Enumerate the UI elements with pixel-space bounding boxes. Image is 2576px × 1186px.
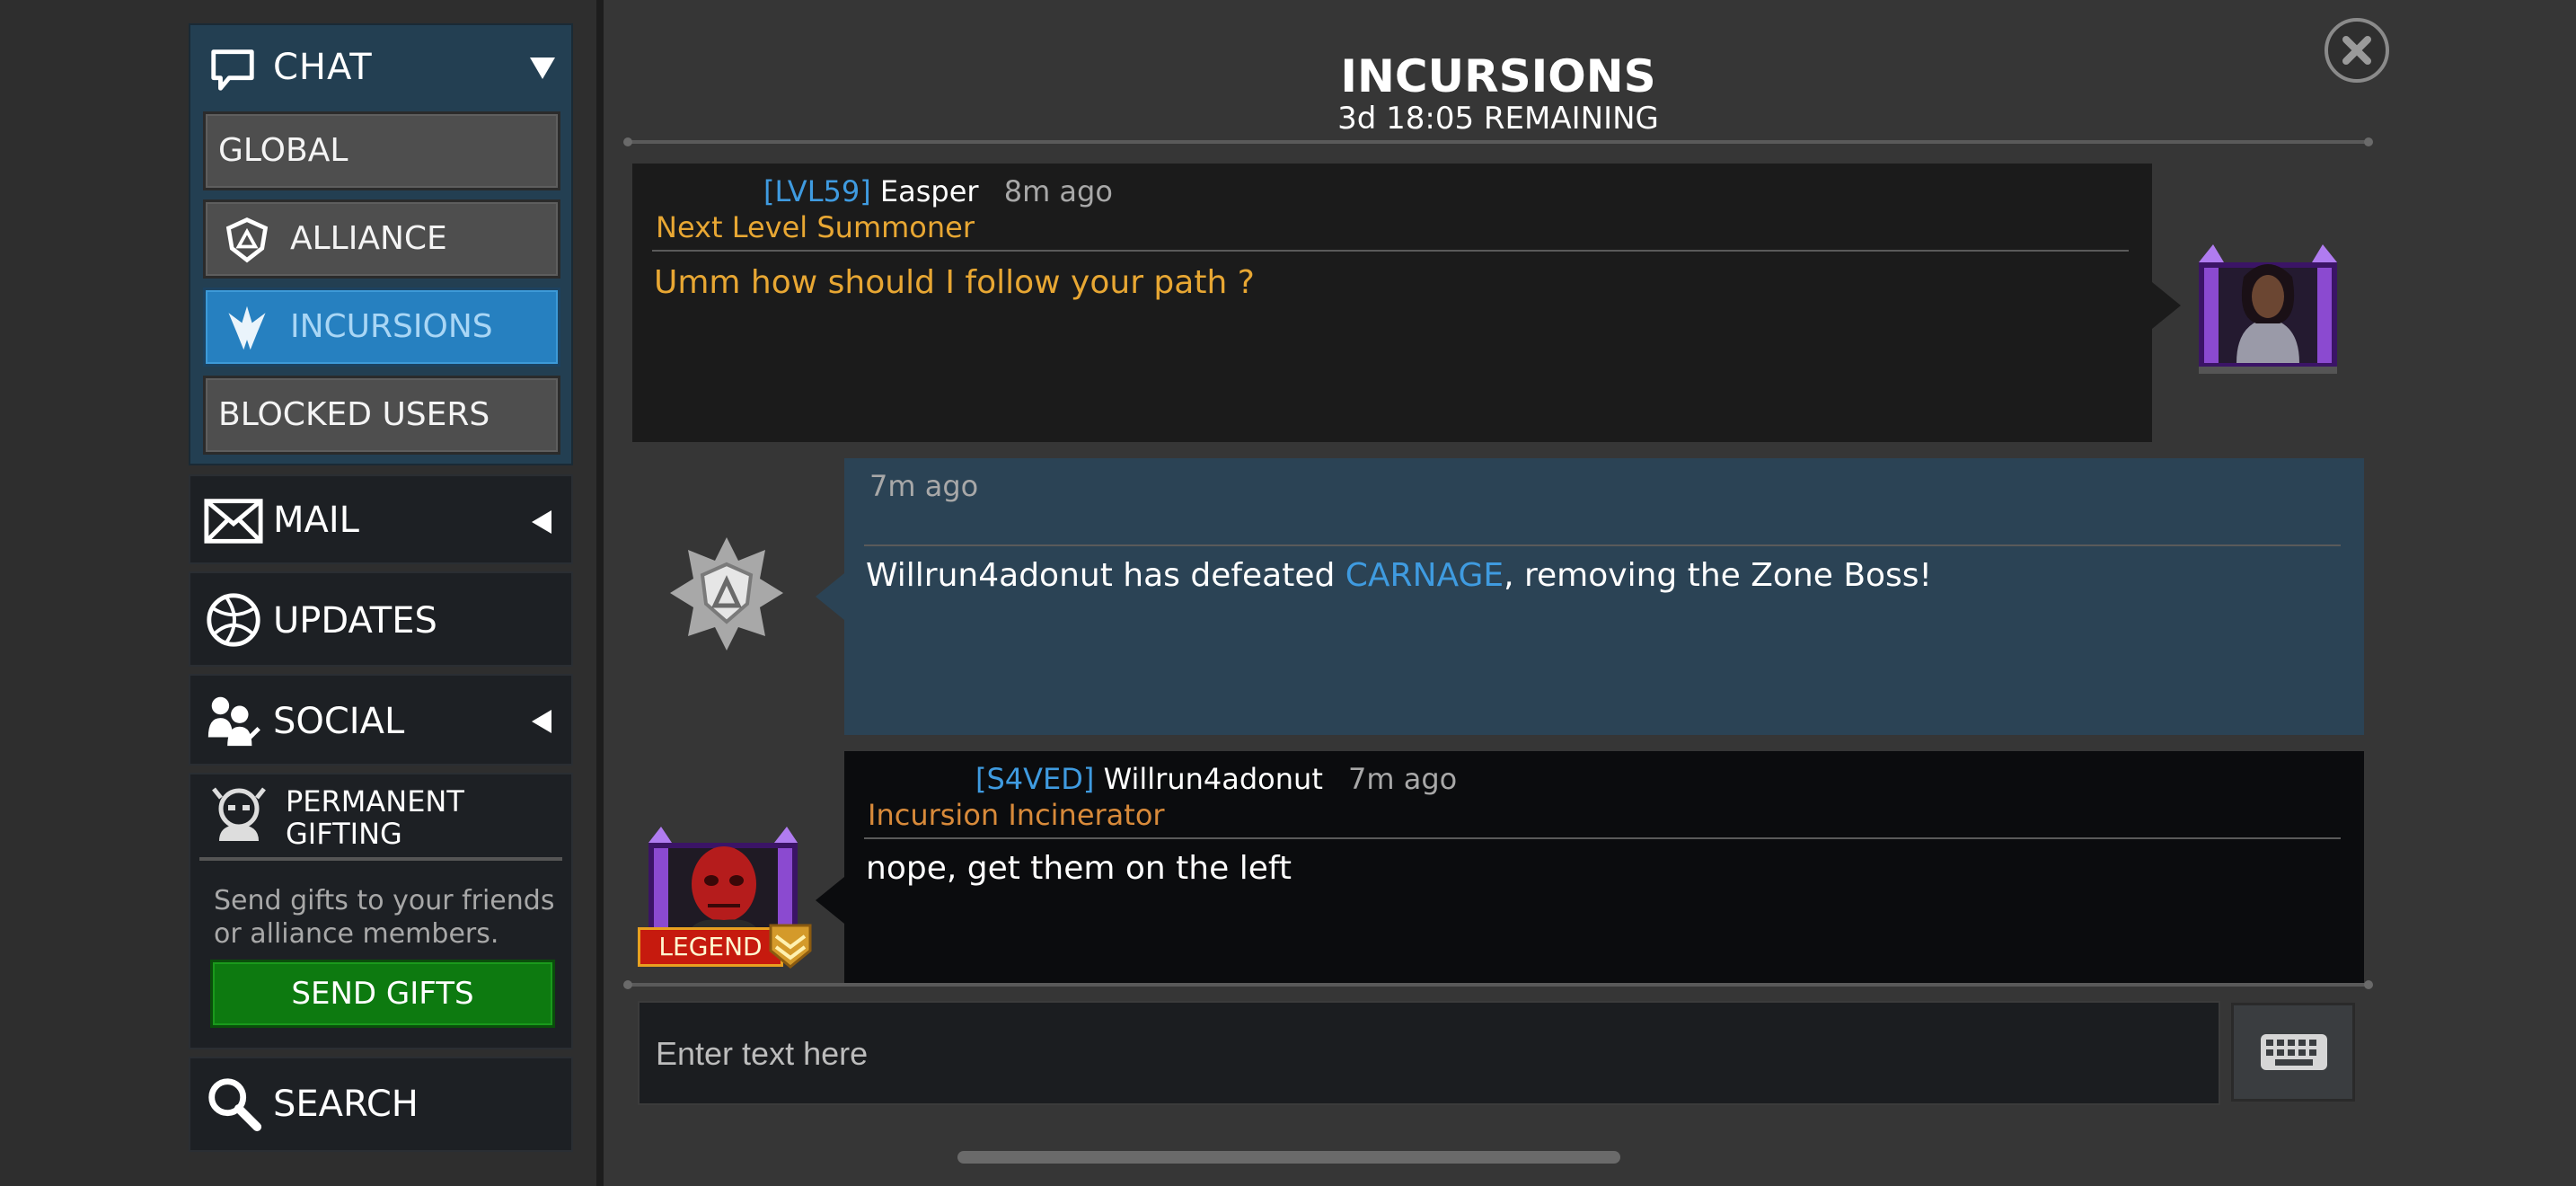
keyboard-button[interactable] [2231, 1003, 2355, 1102]
chevron-down-icon[interactable] [530, 58, 555, 79]
timestamp: 8m ago [1003, 174, 1113, 208]
tab-blocked-users-label: BLOCKED USERS [218, 396, 490, 433]
chat-section-title: CHAT [273, 47, 373, 88]
tab-alliance-label: ALLIANCE [290, 220, 447, 257]
user-title: Next Level Summoner [656, 210, 975, 244]
gifting-title: PERMANENT GIFTING [286, 785, 464, 850]
tab-blocked-users[interactable]: BLOCKED USERS [203, 376, 560, 455]
chat-input[interactable] [654, 1026, 2184, 1082]
message-text-suffix: , removing the Zone Boss! [1504, 557, 1932, 594]
tab-incursions-label: INCURSIONS [290, 308, 493, 345]
chat-section: CHAT GLOBAL ALLIANCE INCURSIONS BLOCKED … [189, 23, 573, 465]
bottom-divider [623, 980, 2373, 989]
tab-incursions[interactable]: INCURSIONS [203, 288, 560, 367]
chat-input-container[interactable] [638, 1001, 2220, 1105]
search-icon [208, 1078, 262, 1132]
chat-bubble-icon [211, 49, 254, 91]
system-message: 7m ago Willrun4adonut has defeated CARNA… [816, 458, 2364, 735]
sidebar-item-social[interactable]: SOCIAL [189, 674, 573, 766]
close-button[interactable] [2325, 18, 2389, 83]
user-tag: [S4VED] [975, 762, 1095, 796]
user-title: Incursion Incinerator [868, 798, 1165, 832]
username[interactable]: Easper [880, 174, 979, 208]
gift-character-icon [212, 787, 266, 841]
gifting-title-line1: PERMANENT [286, 784, 464, 819]
message-text: nope, get them on the left [866, 850, 1292, 887]
globe-icon [207, 593, 260, 647]
user-tag: [LVL59] [763, 174, 871, 208]
top-divider [623, 137, 2373, 146]
envelope-icon [204, 499, 263, 544]
message-divider [864, 837, 2341, 839]
people-icon [207, 696, 260, 747]
time-remaining: 3d 18:05 REMAINING [1337, 101, 1659, 137]
gifting-title-line2: GIFTING [286, 817, 402, 851]
alliance-badge-icon [670, 537, 783, 651]
sidebar-item-social-label: SOCIAL [273, 701, 405, 742]
close-icon [2342, 36, 2371, 65]
legend-badge: LEGEND [638, 927, 783, 967]
chat-message[interactable]: [S4VED] Willrun4adonut 7m ago Incursion … [816, 751, 2364, 985]
gifting-divider [199, 857, 562, 861]
chat-message[interactable]: [LVL59] Easper 8m ago Next Level Summone… [632, 164, 2181, 442]
message-divider [864, 544, 2341, 546]
chevron-left-icon[interactable] [532, 510, 551, 534]
shield-icon [225, 217, 269, 263]
timestamp: 7m ago [1348, 762, 1458, 796]
tab-alliance[interactable]: ALLIANCE [203, 199, 560, 279]
sidebar-item-updates-label: UPDATES [273, 600, 437, 642]
timestamp: 7m ago [869, 469, 979, 503]
gifting-description-line2: or alliance members. [214, 918, 499, 950]
keyboard-icon [2261, 1034, 2327, 1070]
gifting-description: Send gifts to your friends or alliance m… [214, 884, 564, 951]
message-header: [LVL59] Easper 8m ago [763, 174, 1113, 208]
sidebar-divider [596, 0, 604, 1186]
incursion-icon [228, 305, 266, 350]
sidebar-item-mail[interactable]: MAIL [189, 474, 573, 564]
send-gifts-button[interactable]: SEND GIFTS [210, 960, 555, 1028]
message-header: 7m ago [869, 469, 978, 503]
message-text: Willrun4adonut has defeated CARNAGE, rem… [866, 557, 1932, 594]
sidebar-item-search[interactable]: SEARCH [189, 1057, 573, 1152]
tab-global[interactable]: GLOBAL [203, 111, 560, 190]
chevron-left-icon[interactable] [532, 710, 551, 733]
gifting-description-line1: Send gifts to your friends [214, 885, 555, 916]
sidebar-item-updates[interactable]: UPDATES [189, 571, 573, 667]
sidebar-item-mail-label: MAIL [273, 500, 359, 541]
boss-name-link[interactable]: CARNAGE [1345, 557, 1504, 594]
rank-chevron-icon [769, 924, 812, 969]
home-indicator-bar[interactable] [957, 1151, 1620, 1164]
message-text: Umm how should I follow your path ? [654, 264, 1255, 301]
sidebar-item-search-label: SEARCH [273, 1084, 419, 1125]
gifting-card: PERMANENT GIFTING Send gifts to your fri… [189, 773, 573, 1049]
tab-global-label: GLOBAL [218, 132, 348, 169]
message-divider [652, 250, 2129, 252]
message-text-prefix: Willrun4adonut has defeated [866, 557, 1345, 594]
user-avatar[interactable] [2192, 241, 2344, 374]
user-avatar[interactable]: LEGEND [638, 827, 817, 970]
username[interactable]: Willrun4adonut [1104, 762, 1323, 796]
message-header: [S4VED] Willrun4adonut 7m ago [975, 762, 1457, 796]
chat-section-header[interactable]: CHAT [190, 25, 571, 113]
page-title: INCURSIONS [1340, 50, 1656, 102]
